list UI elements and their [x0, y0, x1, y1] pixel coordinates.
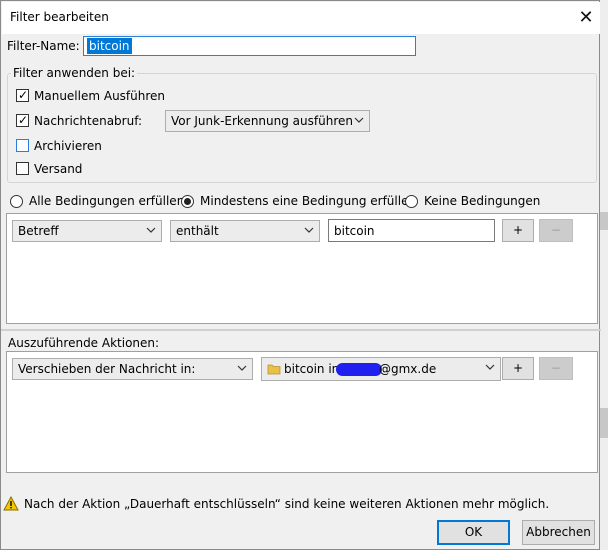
chevron-down-icon — [304, 227, 314, 233]
target-folder-domain: @gmx.de — [379, 362, 437, 376]
filter-name-value: bitcoin — [87, 38, 132, 54]
remove-action-button[interactable]: − — [539, 357, 573, 380]
cancel-button[interactable]: Abbrechen — [522, 520, 595, 545]
action-type-select[interactable]: Verschieben der Nachricht in: — [12, 358, 253, 380]
target-folder-name: bitcoin in — [284, 362, 340, 376]
condition-operator-value: enthält — [176, 224, 219, 238]
filter-name-input[interactable]: bitcoin — [83, 36, 416, 56]
radio-all-conditions[interactable] — [10, 195, 23, 208]
background-window-edge — [600, 0, 608, 550]
manual-run-checkbox[interactable]: ✓ — [16, 88, 29, 102]
conditions-list: Betreff enthält bitcoin + − — [6, 213, 598, 324]
radio-none-label: Keine Bedingungen — [424, 194, 541, 208]
chevron-down-icon — [237, 365, 247, 371]
remove-condition-button[interactable]: − — [539, 219, 573, 242]
actions-header: Auszuführende Aktionen: — [8, 336, 160, 350]
apply-filter-legend: Filter anwenden bei: — [11, 66, 138, 80]
filter-name-label: Filter-Name: — [7, 39, 80, 53]
radio-selected-dot — [184, 198, 191, 205]
send-checkbox[interactable] — [16, 162, 29, 175]
close-icon[interactable]: ✕ — [574, 6, 598, 30]
chevron-down-icon — [485, 364, 495, 370]
manual-run-label: Manuellem Ausführen — [34, 89, 166, 103]
fetch-label: Nachrichtenabruf: — [34, 114, 143, 128]
ok-button[interactable]: OK — [437, 520, 510, 545]
chevron-down-icon — [146, 227, 156, 233]
folder-icon — [267, 364, 281, 375]
fetch-mode-select[interactable]: Vor Junk-Erkennung ausführen — [165, 110, 370, 132]
condition-value-text: bitcoin — [334, 224, 375, 238]
radio-any-label: Mindestens eine Bedingung erfüllen — [200, 194, 417, 208]
actions-list: Verschieben der Nachricht in: bitcoin in… — [6, 351, 598, 473]
radio-all-label: Alle Bedingungen erfüllen — [29, 194, 185, 208]
fetch-mode-value: Vor Junk-Erkennung ausführen — [171, 114, 353, 128]
condition-value-input[interactable]: bitcoin — [328, 219, 495, 242]
target-folder-select[interactable]: bitcoin in @gmx.de — [261, 357, 501, 381]
condition-operator-select[interactable]: enthält — [170, 220, 320, 242]
condition-field-value: Betreff — [18, 224, 59, 238]
archive-checkbox[interactable] — [16, 139, 29, 152]
condition-field-select[interactable]: Betreff — [12, 220, 162, 242]
redacted-email-mark — [336, 363, 382, 376]
check-icon: ✓ — [18, 88, 29, 102]
archive-label: Archivieren — [34, 139, 102, 153]
check-icon: ✓ — [18, 113, 29, 127]
dialog-title: Filter bearbeiten — [10, 10, 109, 24]
warning-text: Nach der Aktion „Dauerhaft entschlüsseln… — [24, 497, 550, 511]
fetch-checkbox[interactable]: ✓ — [16, 113, 29, 127]
radio-no-conditions[interactable] — [405, 195, 418, 208]
chevron-down-icon — [354, 117, 364, 123]
pane-splitter[interactable] — [1, 329, 601, 331]
warning-triangle-icon — [3, 496, 19, 511]
radio-any-condition[interactable] — [181, 195, 194, 208]
add-action-button[interactable]: + — [502, 357, 534, 380]
filter-edit-dialog: Filter bearbeiten ✕ Filter-Name: bitcoin… — [0, 0, 601, 550]
send-label: Versand — [34, 162, 83, 176]
add-condition-button[interactable]: + — [502, 219, 534, 242]
action-type-value: Verschieben der Nachricht in: — [18, 362, 196, 376]
